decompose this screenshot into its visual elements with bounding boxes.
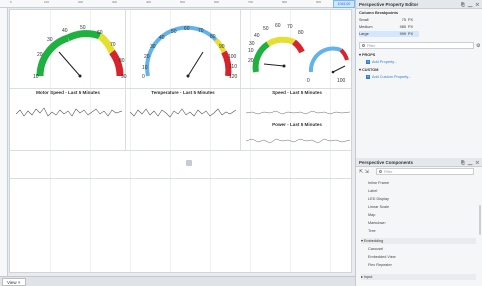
add-icon: + <box>366 60 370 64</box>
ruler-tick: 100 <box>44 0 50 4</box>
panel-window-controls[interactable]: ⎘ ▁ ✕ <box>461 158 480 167</box>
gauge-tick-label: 10 <box>248 48 254 54</box>
gauge-tick-label: 40 <box>62 28 68 34</box>
search-icon <box>379 170 382 173</box>
power-sparkline <box>246 138 350 144</box>
component-item[interactable]: Map <box>368 213 375 217</box>
temperature-gauge[interactable]: 0 10 20 30 40 50 60 70 80 90 100 110 120 <box>130 12 242 86</box>
gauge-tick-label: 60 <box>184 26 190 32</box>
breakpoints-section-title: Column Breakpoints <box>359 10 399 15</box>
ruler-tick: 800 <box>282 0 288 4</box>
view-tab[interactable]: View × <box>2 278 26 286</box>
add-property-link[interactable]: + Add Property... <box>366 59 397 65</box>
gauge-tick-label: 80 <box>119 58 125 64</box>
gauge-tick-label: 120 <box>229 74 238 80</box>
component-item[interactable]: Linear Scale <box>368 205 389 209</box>
motor-speed-gauge[interactable]: 10 20 30 40 50 60 70 80 90 <box>20 12 130 86</box>
gauge-tick-label: 100 <box>228 54 237 60</box>
gear-icon[interactable]: ⚙ <box>476 43 480 49</box>
gauge-tick-label: 20 <box>144 54 150 60</box>
components-scrollbar[interactable] <box>479 205 481 235</box>
ruler-top: 0 100 200 300 400 500 600 700 800 900 10… <box>0 0 355 8</box>
gauge-tick-label: 20 <box>37 52 43 58</box>
gauge-tick-label: 20 <box>248 58 254 64</box>
gauge-tick-label: 100 <box>337 78 346 84</box>
ruler-left <box>0 8 8 276</box>
components-header: Perspective Components ⎘ ▁ ✕ <box>356 158 482 167</box>
gauge-tick-label: 50 <box>80 25 86 31</box>
breakpoint-row[interactable]: Small 75 PX <box>359 17 419 23</box>
component-item[interactable]: LED Display <box>368 197 389 201</box>
temperature-sparkline <box>130 108 236 118</box>
breakpoint-row[interactable]: Medium 985 PX <box>359 24 419 30</box>
motor-speed-chart-title: Motor Speed - Last 5 Minutes <box>36 90 100 95</box>
ruler-tick: 200 <box>78 0 84 4</box>
search-icon <box>362 44 365 47</box>
component-item[interactable]: Tree <box>368 229 376 233</box>
gauge-tick-label: 40 <box>254 33 260 39</box>
property-editor-header: Perspective Property Editor ⎘ ▁ ✕ <box>356 0 482 9</box>
property-search-input[interactable]: Filter <box>359 42 474 49</box>
component-item[interactable]: Markdown <box>368 221 386 225</box>
ruler-tick: 400 <box>146 0 152 4</box>
gauge-tick-label: 70 <box>198 28 204 34</box>
props-section[interactable]: ▾ PROPS <box>359 52 479 58</box>
row-divider <box>10 178 351 179</box>
speed-chart-title: Speed - Last 5 Minutes <box>272 90 322 95</box>
custom-section[interactable]: ▾ CUSTOM <box>359 67 479 73</box>
add-icon: + <box>366 75 370 79</box>
gauge-tick-label: 10 <box>142 65 148 71</box>
breakpoint-row-selected[interactable]: Large 999 PX <box>359 31 419 37</box>
gauge-tick-label: 10 <box>33 74 39 80</box>
ruler-tick: 300 <box>112 0 118 4</box>
components-title: Perspective Components <box>359 160 414 165</box>
drop-target-icon[interactable] <box>186 160 192 166</box>
gauge-tick-label: 60 <box>275 23 281 29</box>
gauge-tick-label: 80 <box>210 34 216 40</box>
power-gauge[interactable]: 0 100 <box>305 26 353 86</box>
components-search-input[interactable]: Filter <box>376 168 474 175</box>
ruler-tick: 500 <box>180 0 186 4</box>
gauge-tick-label: 110 <box>229 64 237 70</box>
component-item[interactable]: Inline Frame <box>368 181 389 185</box>
component-item[interactable]: Flex Repeater <box>368 263 392 267</box>
row-divider <box>10 88 351 89</box>
panel-window-controls[interactable]: ⎘ ▁ ✕ <box>461 0 480 9</box>
property-editor-title: Perspective Property Editor <box>359 2 419 7</box>
temperature-chart-title: Temperature - Last 5 Minutes <box>151 90 215 95</box>
gauge-tick-label: 60 <box>97 30 103 36</box>
ruler-selection-tab[interactable]: 1041.00 <box>333 0 355 8</box>
ruler-tick: 700 <box>248 0 254 4</box>
ruler-tick: 0 <box>10 0 12 4</box>
component-item[interactable]: Embedded View <box>368 255 396 259</box>
speed-sparkline <box>246 110 350 115</box>
gauge-tick-label: 90 <box>219 44 225 50</box>
design-canvas[interactable]: 10 20 30 40 50 60 70 80 90 0 10 20 30 40… <box>9 9 352 273</box>
gauge-tick-label: 30 <box>47 37 53 43</box>
gauge-tick-label: 0 <box>307 78 310 84</box>
gauge-tick-label: 90 <box>121 74 127 80</box>
tree-toggle-icon[interactable]: ⇱ ⇲ <box>359 169 369 175</box>
right-dock: Perspective Property Editor ⎘ ▁ ✕ Column… <box>355 0 482 286</box>
component-item[interactable]: Label <box>368 189 377 193</box>
gauge-tick-label: 30 <box>249 41 255 47</box>
power-chart-title: Power - Last 5 Minutes <box>272 122 322 127</box>
component-group-embedding[interactable]: ▾ Embedding <box>361 238 476 244</box>
ruler-tick: 600 <box>214 0 220 4</box>
component-group-input[interactable]: ▸ Input <box>361 274 476 280</box>
gauge-tick-label: 0 <box>142 74 145 80</box>
gauge-tick-label: 40 <box>159 35 165 41</box>
component-item[interactable]: Carousel <box>368 247 383 251</box>
gauge-tick-label: 70 <box>287 24 293 30</box>
gauge-tick-label: 30 <box>150 44 156 50</box>
view-tab-bar: View × <box>0 276 355 286</box>
gauge-tick-label: 80 <box>298 30 304 36</box>
add-custom-property-link[interactable]: + Add Custom Property... <box>366 74 411 80</box>
gauge-tick-label: 50 <box>171 29 177 35</box>
row-divider <box>10 150 351 151</box>
ruler-tick: 900 <box>316 0 322 4</box>
gauge-tick-label: 70 <box>110 42 116 48</box>
motor-speed-sparkline <box>16 107 122 117</box>
gauge-tick-label: 50 <box>263 26 269 32</box>
